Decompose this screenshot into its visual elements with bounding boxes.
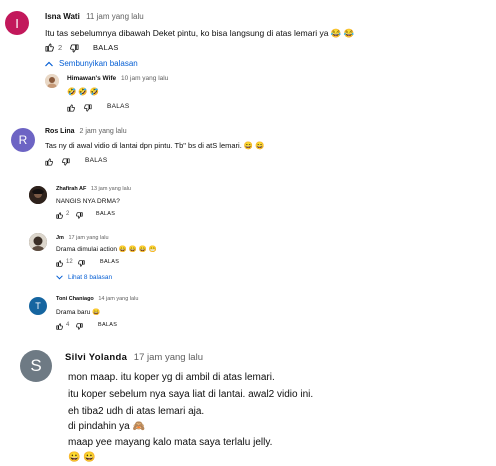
view-more-replies-button[interactable]: Lihat 8 balasan: [56, 274, 112, 281]
like-count: 12: [66, 259, 73, 265]
hide-replies-label: Sembunyikan balasan: [59, 59, 138, 68]
reply-button[interactable]: BALAS: [93, 43, 119, 52]
hide-replies-button[interactable]: Sembunyikan balasan: [45, 59, 138, 68]
avatar-letter: R: [18, 133, 28, 147]
reply-button[interactable]: BALAS: [85, 157, 107, 164]
reply-text: 🤣 🤣 🤣: [67, 87, 100, 96]
thumbs-up-icon[interactable]: [45, 158, 53, 166]
profile-photo-icon: [29, 233, 47, 251]
comment-text-line: maap yee mayang kalo mata saya terlalu j…: [68, 437, 273, 448]
thumbs-down-icon[interactable]: [76, 212, 83, 219]
comment-text-line: mon maap. itu koper yg di ambil di atas …: [68, 372, 275, 383]
reply-button[interactable]: BALAS: [100, 259, 119, 265]
avatar-isna-wati[interactable]: I: [5, 11, 29, 35]
avatar-letter: S: [30, 356, 42, 375]
reply-button[interactable]: BALAS: [107, 103, 129, 110]
thumbs-up-icon[interactable]: [56, 212, 63, 219]
like-count: 4: [66, 322, 70, 328]
reply-text: NANGIS NYA DRMA?: [56, 198, 120, 205]
reply-author[interactable]: Himawan's Wife: [67, 75, 116, 82]
comment-actions: 4 BALAS: [56, 322, 156, 331]
like-count: 2: [58, 43, 63, 52]
comment-author[interactable]: Silvi Yolanda: [65, 352, 127, 363]
comment-text-line: 😀 😀: [68, 452, 96, 463]
thumbs-down-icon[interactable]: [62, 158, 70, 166]
comment-author[interactable]: Ros Lina: [45, 128, 75, 135]
reply-author[interactable]: Jm: [56, 235, 64, 241]
comment-text: Tas ny di awal vidio di lantai dpn pintu…: [45, 141, 265, 150]
comment-timestamp[interactable]: 2 jam yang lalu: [80, 128, 127, 135]
like-count: 2: [66, 211, 70, 217]
thumbs-up-icon[interactable]: [56, 260, 63, 267]
reply-header: Zhafirah AF 13 jam yang lalu: [56, 186, 131, 192]
comment-actions: BALAS: [45, 157, 165, 167]
comment-timestamp[interactable]: 11 jam yang lalu: [86, 12, 144, 21]
comment-header: Silvi Yolanda 17 jam yang lalu: [65, 352, 203, 363]
comment-header: Isna Wati 11 jam yang lalu: [45, 12, 144, 21]
avatar-jm[interactable]: [29, 233, 47, 251]
comment-author[interactable]: Toni Chaniago: [56, 296, 94, 302]
comment-author[interactable]: Isna Wati: [45, 12, 80, 21]
reply-button[interactable]: BALAS: [98, 322, 117, 328]
chevron-down-icon: [56, 275, 63, 280]
comment-text: Drama baru 😄: [56, 309, 101, 316]
chevron-up-icon: [45, 61, 53, 67]
avatar-ros-lina[interactable]: R: [11, 128, 35, 152]
reply-button[interactable]: BALAS: [96, 211, 115, 217]
reply-actions: BALAS: [67, 103, 187, 113]
reply-actions: 2 BALAS: [56, 211, 156, 220]
avatar-zhafirah-af[interactable]: [29, 186, 47, 204]
thumbs-down-icon[interactable]: [84, 104, 92, 112]
reply-timestamp[interactable]: 13 jam yang lalu: [91, 186, 131, 192]
reply-timestamp[interactable]: 10 jam yang lalu: [121, 75, 168, 82]
avatar-toni-chaniago[interactable]: T: [29, 297, 47, 315]
comment-text-line: eh tiba2 udh di atas lemari aja.: [68, 406, 205, 417]
comment-header: Ros Lina 2 jam yang lalu: [45, 128, 127, 135]
comment-actions: 2 BALAS: [45, 42, 245, 54]
comment-text-line: di pindahin ya 🙈: [68, 421, 145, 432]
profile-photo-icon: [45, 74, 59, 88]
reply-timestamp[interactable]: 17 jam yang lalu: [68, 235, 108, 241]
reply-header: Himawan's Wife 10 jam yang lalu: [67, 75, 168, 82]
profile-photo-icon: [29, 186, 47, 204]
thumbs-down-icon[interactable]: [76, 323, 83, 330]
avatar-silvi-yolanda[interactable]: S: [20, 350, 52, 382]
thumbs-up-icon[interactable]: [56, 323, 63, 330]
avatar-letter: I: [15, 15, 19, 31]
comment-text: Itu tas sebelumnya dibawah Deket pintu, …: [45, 28, 355, 38]
thumbs-down-icon[interactable]: [78, 260, 85, 267]
reply-actions: 12 BALAS: [56, 259, 156, 268]
thumbs-down-icon[interactable]: [70, 44, 79, 53]
comments-section: I Isna Wati 11 jam yang lalu Itu tas seb…: [0, 0, 496, 466]
thumbs-up-icon[interactable]: [45, 43, 54, 52]
thumbs-up-icon[interactable]: [67, 104, 75, 112]
reply-text: Drama dimulai action 😄 😄 😄 😁: [56, 246, 157, 253]
comment-header: Toni Chaniago 14 jam yang lalu: [56, 296, 138, 302]
comment-timestamp[interactable]: 14 jam yang lalu: [98, 296, 138, 302]
comment-text-line: itu koper sebelum nya saya liat di lanta…: [68, 389, 314, 400]
avatar-letter: T: [35, 301, 41, 311]
reply-header: Jm 17 jam yang lalu: [56, 235, 109, 241]
comment-timestamp[interactable]: 17 jam yang lalu: [134, 352, 203, 363]
reply-author[interactable]: Zhafirah AF: [56, 186, 86, 192]
avatar-himawans-wife[interactable]: [45, 74, 59, 88]
view-more-replies-label: Lihat 8 balasan: [68, 274, 113, 281]
